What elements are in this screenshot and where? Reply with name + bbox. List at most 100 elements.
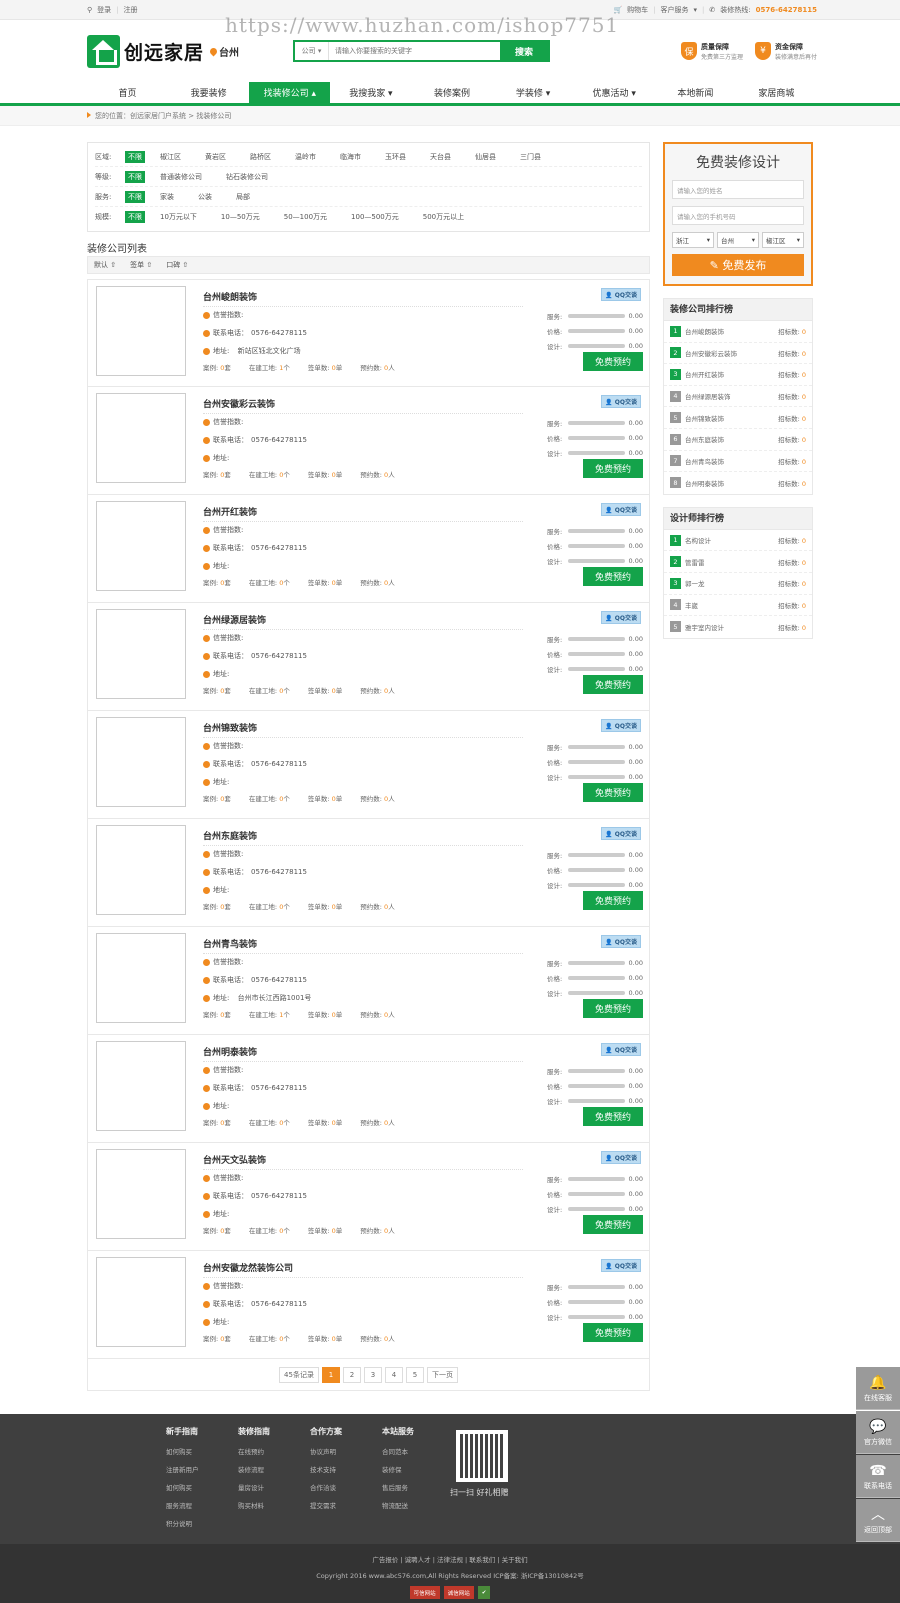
company-name[interactable]: 台州天文弘装饰 — [203, 1153, 266, 1166]
filter-option[interactable]: 钻石装修公司 — [226, 172, 268, 182]
filter-option[interactable]: 椒江区 — [160, 152, 181, 162]
footer-link[interactable]: 在线预约 — [238, 1443, 310, 1461]
rank-item[interactable]: 2 台州安徽彩云装饰 招标数: 0 — [664, 343, 812, 365]
rank-item[interactable]: 1 台州峻朗装饰 招标数: 0 — [664, 321, 812, 343]
filter-option[interactable]: 500万元以上 — [423, 212, 464, 222]
company-name[interactable]: 台州峻朗装饰 — [203, 290, 257, 303]
free-booking-button[interactable]: 免费预约 — [583, 891, 643, 910]
footer-link[interactable]: 如何购买 — [166, 1443, 238, 1461]
breadcrumb-text[interactable]: 您的位置：创远家居门户系统 > 找装修公司 — [95, 112, 231, 120]
float-phone[interactable]: ☎ 联系电话 — [856, 1455, 900, 1498]
nav-home[interactable]: 首页 — [87, 82, 168, 106]
footer-link[interactable]: 合同范本 — [382, 1443, 454, 1461]
rank-item[interactable]: 1 名构设计 招标数: 0 — [664, 530, 812, 552]
company-image[interactable] — [96, 1041, 186, 1131]
login-link[interactable]: 登录 — [97, 5, 111, 15]
nav-promotions[interactable]: 优惠活动 ▾ — [574, 82, 655, 106]
qq-chat-button[interactable]: 👤 QQ交谈 — [601, 719, 641, 732]
qq-chat-button[interactable]: 👤 QQ交谈 — [601, 503, 641, 516]
free-booking-button[interactable]: 免费预约 — [583, 675, 643, 694]
credit-site-badge[interactable]: 诚信网站 — [443, 1586, 474, 1599]
next-page[interactable]: 下一页 — [426, 1366, 458, 1383]
rank-item[interactable]: 3 郭一龙 招标数: 0 — [664, 573, 812, 595]
qq-chat-button[interactable]: 👤 QQ交谈 — [601, 935, 641, 948]
city-selector[interactable]: 台州 — [208, 44, 239, 59]
cart-link[interactable]: 购物车 — [627, 5, 648, 15]
company-image[interactable] — [96, 609, 186, 699]
footer-link[interactable]: 提交需求 — [310, 1497, 382, 1515]
footer-link[interactable]: 合作洽谈 — [310, 1479, 382, 1497]
qq-chat-button[interactable]: 👤 QQ交谈 — [601, 1151, 641, 1164]
nav-news[interactable]: 本地新闻 — [655, 82, 736, 106]
company-image[interactable] — [96, 717, 186, 807]
rank-item[interactable]: 2 管雷雷 招标数: 0 — [664, 551, 812, 573]
footer-link[interactable]: 协议声明 — [310, 1443, 382, 1461]
filter-option[interactable]: 10万元以下 — [160, 212, 197, 222]
page-5[interactable]: 5 — [405, 1366, 424, 1383]
footer-link[interactable]: 量房设计 — [238, 1479, 310, 1497]
filter-option[interactable]: 局部 — [236, 192, 250, 202]
company-name[interactable]: 台州开红装饰 — [203, 505, 257, 518]
footer-link[interactable]: 装修流程 — [238, 1461, 310, 1479]
filter-option[interactable]: 天台县 — [430, 152, 451, 162]
free-booking-button[interactable]: 免费预约 — [583, 352, 643, 371]
phone-input[interactable]: 请输入您的手机号码 — [672, 206, 804, 225]
footer-link[interactable]: 购买材料 — [238, 1497, 310, 1515]
free-booking-button[interactable]: 免费预约 — [583, 783, 643, 802]
float-back-to-top[interactable]: ︿ 返回顶部 — [856, 1499, 900, 1542]
filter-option[interactable]: 温岭市 — [295, 152, 316, 162]
company-name[interactable]: 台州锦致装饰 — [203, 721, 257, 734]
page-3[interactable]: 3 — [363, 1366, 382, 1383]
name-input[interactable]: 请输入您的姓名 — [672, 180, 804, 199]
filter-option[interactable]: 10—50万元 — [221, 212, 260, 222]
rank-item[interactable]: 4 丰崴 招标数: 0 — [664, 595, 812, 617]
nav-cases[interactable]: 装修案例 — [411, 82, 492, 106]
filter-option[interactable]: 100—500万元 — [351, 212, 399, 222]
footer-link[interactable]: 装修保 — [382, 1461, 454, 1479]
nav-my-home[interactable]: 我搜我家 ▾ — [330, 82, 411, 106]
company-image[interactable] — [96, 393, 186, 483]
page-4[interactable]: 4 — [384, 1366, 403, 1383]
rank-item[interactable]: 7 台州青鸟装饰 招标数: 0 — [664, 451, 812, 473]
company-name[interactable]: 台州东庭装饰 — [203, 829, 257, 842]
float-online-service[interactable]: 🔔 在线客服 — [856, 1367, 900, 1410]
filter-option[interactable]: 不限 — [125, 170, 145, 183]
rank-item[interactable]: 6 台州东庭装饰 招标数: 0 — [664, 429, 812, 451]
rank-item[interactable]: 4 台州绿源居装饰 招标数: 0 — [664, 386, 812, 408]
register-link[interactable]: 注册 — [124, 5, 138, 15]
trusted-site-badge[interactable]: 可信网站 — [409, 1586, 440, 1599]
filter-option[interactable]: 不限 — [125, 211, 145, 223]
footer-link[interactable]: 如何购买 — [166, 1479, 238, 1497]
rank-item[interactable]: 5 雅宇室内设计 招标数: 0 — [664, 616, 812, 638]
footer-link[interactable]: 售后服务 — [382, 1479, 454, 1497]
security-badge-icon[interactable]: ✔ — [477, 1586, 491, 1599]
footer-link[interactable]: 技术支持 — [310, 1461, 382, 1479]
search-input[interactable] — [329, 42, 501, 60]
search-button[interactable]: 搜索 — [500, 42, 549, 60]
filter-option[interactable]: 不限 — [125, 190, 145, 203]
qq-chat-button[interactable]: 👤 QQ交谈 — [601, 827, 641, 840]
company-name[interactable]: 台州安徽龙然装饰公司 — [203, 1261, 293, 1274]
district-select[interactable]: 椒江区 ▾ — [762, 232, 804, 248]
free-booking-button[interactable]: 免费预约 — [583, 1215, 643, 1234]
free-booking-button[interactable]: 免费预约 — [583, 999, 643, 1018]
filter-option[interactable]: 普通装修公司 — [160, 172, 202, 182]
qq-chat-button[interactable]: 👤 QQ交谈 — [601, 1043, 641, 1056]
company-image[interactable] — [96, 1149, 186, 1239]
filter-option[interactable]: 路桥区 — [250, 152, 271, 162]
province-select[interactable]: 浙江 ▾ — [672, 232, 714, 248]
sort-default[interactable]: 默认 ⇧ — [94, 260, 116, 270]
free-booking-button[interactable]: 免费预约 — [583, 567, 643, 586]
sort-reputation[interactable]: 口碑 ⇧ — [166, 260, 188, 270]
free-booking-button[interactable]: 免费预约 — [583, 459, 643, 478]
company-image[interactable] — [96, 825, 186, 915]
filter-option[interactable]: 家装 — [160, 192, 174, 202]
nav-renovate[interactable]: 我要装修 — [168, 82, 249, 106]
company-name[interactable]: 台州青鸟装饰 — [203, 937, 257, 950]
footer-link[interactable]: 注册新用户 — [166, 1461, 238, 1479]
company-image[interactable] — [96, 1257, 186, 1347]
filter-option[interactable]: 仙居县 — [475, 152, 496, 162]
company-name[interactable]: 台州绿源居装饰 — [203, 613, 266, 626]
qq-chat-button[interactable]: 👤 QQ交谈 — [601, 1259, 641, 1272]
filter-option[interactable]: 三门县 — [520, 152, 541, 162]
